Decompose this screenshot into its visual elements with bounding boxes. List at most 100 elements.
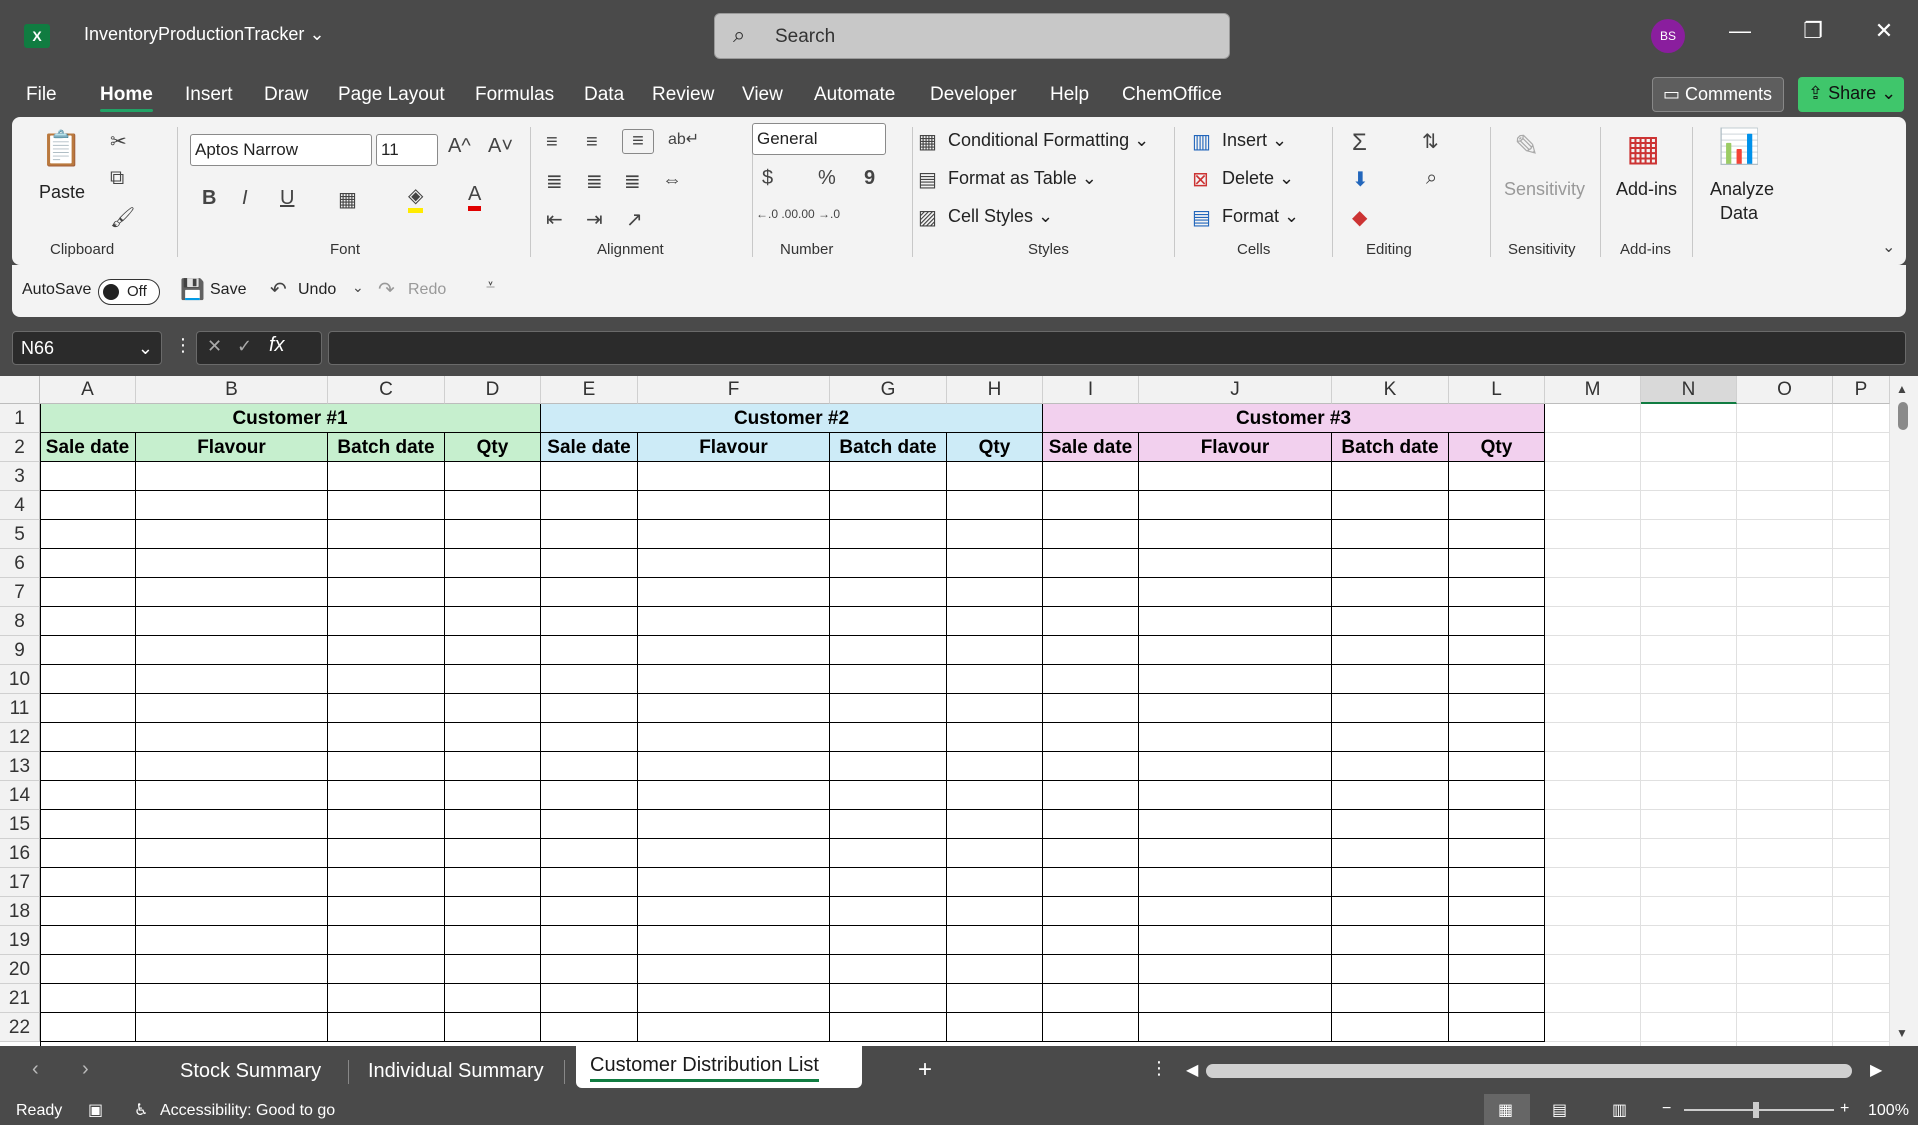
table-cell[interactable] <box>947 520 1043 549</box>
row-header-10[interactable]: 10 <box>0 665 40 694</box>
table-cell[interactable] <box>136 810 328 839</box>
page-layout-view-icon[interactable]: ▤ <box>1552 1100 1567 1120</box>
table-cell[interactable] <box>1332 665 1449 694</box>
table-cell[interactable] <box>1043 839 1139 868</box>
table-cell[interactable] <box>541 723 638 752</box>
table-cell[interactable] <box>1043 549 1139 578</box>
table-cell[interactable] <box>541 520 638 549</box>
table-cell[interactable] <box>1043 491 1139 520</box>
close-button[interactable]: ✕ <box>1864 18 1904 44</box>
column-header-H[interactable]: H <box>947 376 1043 404</box>
table-cell[interactable] <box>328 694 445 723</box>
align-left-icon[interactable]: ≣ <box>546 169 563 194</box>
copy-icon[interactable]: ⧉ <box>110 167 124 190</box>
tab-file[interactable]: File <box>26 84 57 106</box>
table-cell[interactable] <box>40 636 136 665</box>
table-cell[interactable] <box>1043 462 1139 491</box>
table-cell[interactable] <box>1043 955 1139 984</box>
table-cell[interactable] <box>947 665 1043 694</box>
vertical-scrollbar[interactable] <box>1890 376 1918 1046</box>
table-cell[interactable] <box>541 781 638 810</box>
table-cell[interactable] <box>328 578 445 607</box>
table-cell[interactable] <box>1449 607 1545 636</box>
column-heading[interactable]: Sale date <box>40 433 136 462</box>
row-header-4[interactable]: 4 <box>0 491 40 520</box>
table-cell[interactable] <box>445 810 541 839</box>
avatar[interactable]: BS <box>1651 19 1685 53</box>
table-cell[interactable] <box>40 1013 136 1042</box>
tab-view[interactable]: View <box>742 84 783 106</box>
row-header-13[interactable]: 13 <box>0 752 40 781</box>
zoom-slider[interactable] <box>1684 1109 1834 1111</box>
table-cell[interactable] <box>40 955 136 984</box>
table-cell[interactable] <box>830 520 947 549</box>
table-cell[interactable] <box>40 781 136 810</box>
add-ins-button[interactable]: Add-ins <box>1616 179 1677 200</box>
table-cell[interactable] <box>445 549 541 578</box>
table-cell[interactable] <box>328 984 445 1013</box>
row-header-12[interactable]: 12 <box>0 723 40 752</box>
table-cell[interactable] <box>947 607 1043 636</box>
customer-title[interactable]: Customer #2 <box>541 404 1043 433</box>
table-cell[interactable] <box>1139 752 1332 781</box>
table-cell[interactable] <box>638 955 830 984</box>
tab-page-layout[interactable]: Page Layout <box>338 84 445 106</box>
table-cell[interactable] <box>1449 926 1545 955</box>
table-cell[interactable] <box>1043 607 1139 636</box>
table-cell[interactable] <box>1449 897 1545 926</box>
table-cell[interactable] <box>638 926 830 955</box>
table-cell[interactable] <box>445 578 541 607</box>
table-cell[interactable] <box>1043 781 1139 810</box>
orientation-icon[interactable]: ↗ <box>626 207 643 232</box>
table-cell[interactable] <box>638 752 830 781</box>
table-cell[interactable] <box>638 520 830 549</box>
table-cell[interactable] <box>638 781 830 810</box>
tab-review[interactable]: Review <box>652 84 714 106</box>
table-cell[interactable] <box>1043 723 1139 752</box>
percent-button[interactable]: % <box>818 167 836 190</box>
column-header-A[interactable]: A <box>40 376 136 404</box>
table-cell[interactable] <box>328 781 445 810</box>
zoom-in-button[interactable]: + <box>1840 1100 1849 1118</box>
table-cell[interactable] <box>830 665 947 694</box>
customer-title[interactable]: Customer #3 <box>1043 404 1545 433</box>
save-button[interactable]: Save <box>210 281 246 299</box>
table-cell[interactable] <box>1449 723 1545 752</box>
table-cell[interactable] <box>445 984 541 1013</box>
select-all-corner[interactable] <box>0 376 40 404</box>
decrease-indent-icon[interactable]: ⇤ <box>546 207 563 232</box>
italic-button[interactable]: I <box>242 187 248 210</box>
table-cell[interactable] <box>136 984 328 1013</box>
table-cell[interactable] <box>541 578 638 607</box>
table-cell[interactable] <box>136 926 328 955</box>
table-cell[interactable] <box>136 578 328 607</box>
table-cell[interactable] <box>1449 462 1545 491</box>
column-heading[interactable]: Batch date <box>830 433 947 462</box>
table-cell[interactable] <box>638 839 830 868</box>
table-cell[interactable] <box>1332 868 1449 897</box>
restore-button[interactable]: ❐ <box>1793 18 1833 44</box>
table-cell[interactable] <box>1449 984 1545 1013</box>
clear-icon[interactable]: ◆ <box>1352 205 1367 230</box>
table-cell[interactable] <box>947 955 1043 984</box>
table-cell[interactable] <box>1449 549 1545 578</box>
table-cell[interactable] <box>830 694 947 723</box>
table-cell[interactable] <box>328 491 445 520</box>
sort-filter-icon[interactable]: ⇅ <box>1422 129 1439 154</box>
table-cell[interactable] <box>1139 868 1332 897</box>
table-cell[interactable] <box>40 491 136 520</box>
tab-developer[interactable]: Developer <box>930 84 1017 106</box>
table-cell[interactable] <box>1332 781 1449 810</box>
table-cell[interactable] <box>445 1013 541 1042</box>
table-cell[interactable] <box>541 1013 638 1042</box>
table-cell[interactable] <box>947 984 1043 1013</box>
table-cell[interactable] <box>1449 578 1545 607</box>
table-cell[interactable] <box>136 897 328 926</box>
table-cell[interactable] <box>40 839 136 868</box>
table-cell[interactable] <box>136 607 328 636</box>
table-cell[interactable] <box>541 955 638 984</box>
table-cell[interactable] <box>40 549 136 578</box>
table-cell[interactable] <box>947 1013 1043 1042</box>
table-cell[interactable] <box>947 839 1043 868</box>
table-cell[interactable] <box>947 723 1043 752</box>
